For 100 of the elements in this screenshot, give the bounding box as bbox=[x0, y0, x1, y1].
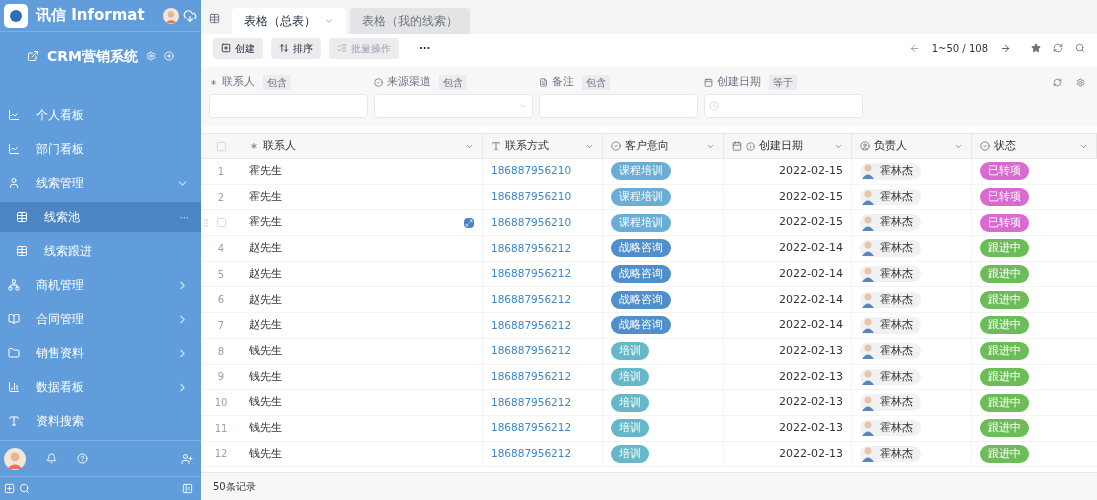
download-icon[interactable] bbox=[183, 8, 197, 23]
sidebar-label: 资料搜索 bbox=[36, 413, 85, 430]
tag: 课程培训 bbox=[611, 188, 671, 207]
dropdown-icon bbox=[518, 101, 528, 111]
filter-label: 联系人 bbox=[222, 73, 255, 90]
phone-link[interactable]: 186887956212 bbox=[491, 291, 572, 308]
phone-link[interactable]: 186887956210 bbox=[491, 214, 572, 231]
tag: 跟进中 bbox=[980, 444, 1029, 463]
row-number: 7 bbox=[217, 318, 225, 333]
previous-page-icon[interactable] bbox=[908, 42, 920, 54]
owner-chip: 霍林杰 bbox=[860, 240, 921, 257]
tag: 培训 bbox=[611, 419, 649, 438]
next-page-icon[interactable] bbox=[1000, 42, 1011, 54]
asterisk-icon bbox=[209, 77, 218, 87]
system-title: CRM营销系统 bbox=[47, 46, 138, 66]
tag: 已转项 bbox=[980, 213, 1029, 232]
table-icon[interactable] bbox=[209, 13, 220, 24]
operator-label[interactable]: 包含 bbox=[582, 74, 610, 90]
tab[interactable]: 表格（总表） bbox=[232, 8, 346, 34]
settings-icon[interactable] bbox=[1076, 78, 1085, 87]
column-header[interactable]: 联系方式 bbox=[505, 137, 585, 155]
tab[interactable]: 表格（我的线索） bbox=[350, 8, 470, 34]
sidebar-item[interactable]: 数据看板 bbox=[0, 372, 201, 402]
operator-label[interactable]: 等于 bbox=[769, 74, 797, 90]
phone-link[interactable]: 186887956212 bbox=[491, 394, 572, 411]
table-cell: 2022-02-14 bbox=[779, 317, 843, 334]
add-icon[interactable] bbox=[164, 51, 174, 61]
table-cell-text: 钱先生 bbox=[249, 394, 283, 411]
filter-field[interactable] bbox=[209, 94, 368, 118]
sidebar-label: 个人看板 bbox=[36, 107, 85, 124]
add-user-icon[interactable] bbox=[181, 452, 193, 465]
sidebar-label: 线索池 bbox=[44, 209, 81, 226]
table-cell-text: 2022-02-15 bbox=[779, 188, 843, 205]
sidebar-item[interactable]: 资料搜索 bbox=[0, 406, 201, 436]
refresh-icon[interactable] bbox=[1053, 78, 1062, 87]
phone-link[interactable]: 186887956210 bbox=[491, 189, 572, 205]
chart-icon bbox=[8, 143, 20, 155]
owner-chip: 霍林杰 bbox=[860, 368, 921, 386]
add-icon[interactable] bbox=[4, 483, 15, 494]
phone-link[interactable]: 186887956212 bbox=[491, 420, 572, 437]
column-header[interactable]: 负责人 bbox=[874, 137, 954, 155]
user-icon bbox=[860, 141, 870, 151]
tag: 跟进中 bbox=[980, 367, 1029, 386]
table-cell-text: 2022-02-14 bbox=[779, 265, 843, 282]
column-header[interactable]: 客户意向 bbox=[625, 137, 706, 155]
sidebar-item[interactable]: 线索跟进 bbox=[0, 236, 201, 266]
tag: 跟进中 bbox=[980, 393, 1029, 412]
collapse-icon[interactable] bbox=[182, 483, 193, 494]
avatar-icon bbox=[860, 420, 876, 437]
network-icon bbox=[8, 279, 20, 291]
more-button[interactable]: ··· bbox=[419, 40, 431, 56]
sidebar-item[interactable]: 线索管理 bbox=[0, 168, 201, 198]
filter-field[interactable] bbox=[704, 94, 863, 118]
sidebar-item[interactable]: 部门看板 bbox=[0, 134, 201, 164]
row-number: 1 bbox=[217, 164, 225, 179]
bell-icon[interactable] bbox=[46, 453, 57, 464]
phone-link[interactable]: 186887956212 bbox=[491, 343, 572, 360]
column-header[interactable]: 创建日期 bbox=[759, 137, 834, 155]
sidebar-item[interactable]: 合同管理 bbox=[0, 304, 201, 334]
phone-link[interactable]: 186887956210 bbox=[491, 163, 572, 180]
table-cell-text: 赵先生 bbox=[249, 291, 283, 308]
sidebar-item[interactable]: 线索池 ··· bbox=[0, 202, 201, 232]
avatar-icon bbox=[860, 368, 876, 385]
toolbar-button[interactable]: 排序 bbox=[271, 37, 321, 59]
filter-field[interactable] bbox=[374, 94, 533, 118]
column-header[interactable]: 联系人 bbox=[263, 137, 465, 155]
phone-link[interactable]: 186887956212 bbox=[491, 240, 572, 257]
info-icon bbox=[746, 141, 755, 151]
checkbox[interactable] bbox=[215, 217, 227, 229]
column-header[interactable]: 状态 bbox=[994, 137, 1079, 155]
row-number: 6 bbox=[217, 293, 225, 308]
avatar-icon bbox=[860, 189, 876, 206]
phone-link[interactable]: 186887956212 bbox=[491, 368, 572, 385]
refresh-icon[interactable] bbox=[1053, 43, 1063, 53]
search-icon[interactable] bbox=[1075, 43, 1085, 53]
caret-icon[interactable] bbox=[324, 16, 334, 26]
sidebar-label: 部门看板 bbox=[36, 141, 85, 158]
checkbox[interactable] bbox=[215, 140, 227, 152]
star-icon[interactable] bbox=[1031, 43, 1041, 53]
help-icon[interactable] bbox=[77, 453, 88, 464]
list-icon bbox=[337, 43, 347, 53]
filter-field[interactable] bbox=[539, 94, 698, 118]
avatar-icon bbox=[860, 317, 876, 334]
expand-icon[interactable] bbox=[464, 217, 474, 228]
phone-link[interactable]: 186887956212 bbox=[491, 317, 572, 334]
tag: 战略咨询 bbox=[611, 265, 671, 284]
table-icon bbox=[16, 245, 28, 257]
drag-handle-icon[interactable] bbox=[201, 217, 211, 228]
clock-icon bbox=[709, 101, 719, 111]
table-icon bbox=[16, 211, 28, 223]
more-button[interactable]: ··· bbox=[179, 209, 189, 225]
toolbar-button[interactable]: 创建 bbox=[213, 37, 263, 59]
operator-label[interactable]: 包含 bbox=[439, 74, 467, 90]
phone-link[interactable]: 186887956212 bbox=[491, 266, 572, 282]
sidebar-item[interactable]: 销售资料 bbox=[0, 338, 201, 368]
tag: 跟进中 bbox=[980, 265, 1029, 284]
sidebar-item[interactable]: 个人看板 bbox=[0, 100, 201, 130]
operator-label[interactable]: 包含 bbox=[263, 74, 291, 90]
sidebar-item[interactable]: 商机管理 bbox=[0, 270, 201, 300]
phone-link[interactable]: 186887956212 bbox=[491, 446, 572, 462]
